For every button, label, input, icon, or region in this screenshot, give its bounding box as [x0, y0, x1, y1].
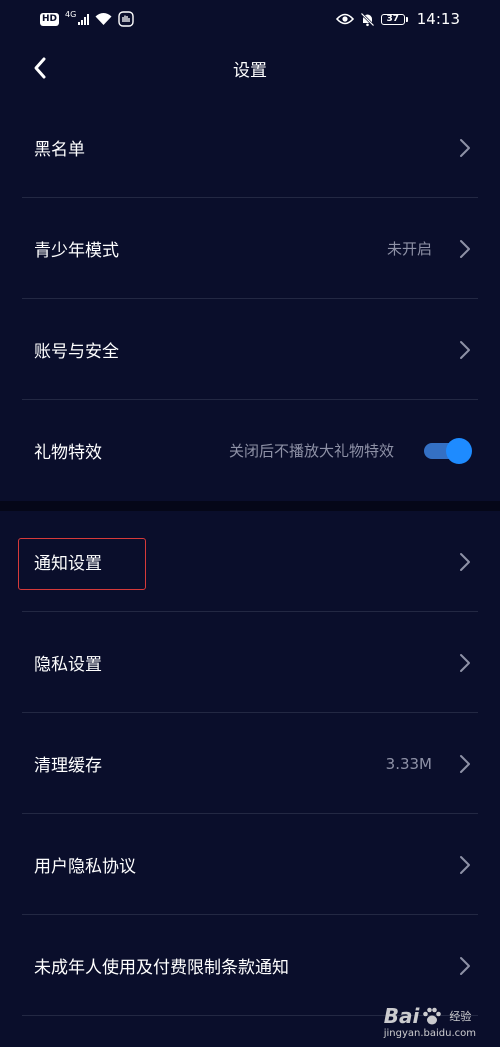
watermark-url: jingyan.baidu.com — [383, 1028, 476, 1039]
chevron-right-icon — [458, 239, 472, 259]
hand-icon — [118, 11, 135, 27]
settings-group-general: 黑名单 青少年模式 未开启 账号与安全 礼物特效 关闭后不播放大礼物特效 — [0, 97, 500, 501]
page-title: 设置 — [233, 61, 267, 81]
chevron-right-icon — [458, 754, 472, 774]
gift-effects-toggle[interactable] — [424, 437, 472, 464]
setting-label: 黑名单 — [34, 140, 85, 160]
setting-row-account-security[interactable]: 账号与安全 — [0, 299, 500, 400]
setting-row-teen-mode[interactable]: 青少年模式 未开启 — [0, 198, 500, 299]
setting-label: 账号与安全 — [34, 342, 119, 362]
setting-label: 未成年人使用及付费限制条款通知 — [34, 958, 289, 978]
setting-label: 通知设置 — [34, 554, 102, 574]
battery-icon: 37 — [380, 13, 408, 25]
settings-group-other: 通知设置 隐私设置 清理缓存 3.33M 用户隐私协议 未成年人使用及付费限制条… — [0, 511, 500, 1016]
setting-row-gift-effects: 礼物特效 关闭后不播放大礼物特效 — [0, 400, 500, 501]
setting-value: 3.33M — [385, 754, 432, 773]
setting-row-notifications[interactable]: 通知设置 — [0, 511, 500, 612]
setting-label: 礼物特效 — [34, 443, 102, 463]
setting-hint: 关闭后不播放大礼物特效 — [228, 442, 394, 460]
setting-row-privacy-agreement[interactable]: 用户隐私协议 — [0, 814, 500, 915]
network-type-label: 4G — [65, 9, 77, 19]
watermark-brand-tail: 经验 — [449, 1010, 472, 1023]
watermark: Bai 经验 jingyan.baidu.com — [384, 1004, 476, 1039]
setting-value: 未开启 — [386, 240, 432, 258]
signal-icon — [78, 13, 90, 25]
status-right: 37 14:13 — [335, 10, 460, 28]
paw-logo-icon — [423, 1007, 442, 1025]
chevron-right-icon — [458, 340, 472, 360]
bell-muted-icon — [360, 12, 375, 26]
setting-row-privacy[interactable]: 隐私设置 — [0, 612, 500, 713]
watermark-brand: Bai — [383, 1004, 420, 1028]
setting-row-clear-cache[interactable]: 清理缓存 3.33M — [0, 713, 500, 814]
setting-label: 青少年模式 — [34, 241, 119, 261]
status-left: HD 4G — [40, 9, 135, 27]
setting-label: 隐私设置 — [34, 655, 102, 675]
nav-bar: 设置 — [0, 38, 500, 98]
status-time: 14:13 — [416, 10, 460, 28]
status-bar: HD 4G 37 14:13 — [0, 0, 500, 38]
chevron-right-icon — [458, 956, 472, 976]
setting-row-minor-terms[interactable]: 未成年人使用及付费限制条款通知 — [0, 915, 500, 1016]
toggle-knob — [446, 437, 472, 464]
chevron-right-icon — [458, 552, 472, 572]
chevron-right-icon — [458, 855, 472, 875]
wifi-icon — [95, 12, 112, 25]
chevron-right-icon — [458, 138, 472, 158]
hd-icon: HD — [40, 12, 60, 26]
chevron-right-icon — [458, 653, 472, 673]
setting-label: 用户隐私协议 — [34, 857, 136, 877]
setting-label: 清理缓存 — [34, 756, 102, 776]
setting-row-blacklist[interactable]: 黑名单 — [0, 97, 500, 198]
eye-icon — [335, 13, 354, 25]
group-divider — [0, 501, 500, 511]
